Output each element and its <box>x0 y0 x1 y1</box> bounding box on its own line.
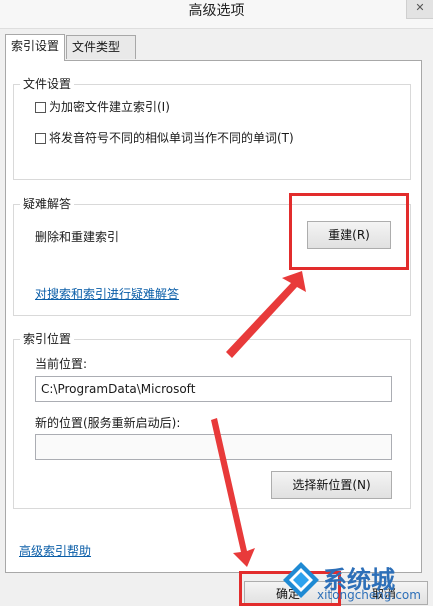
annotation-arrows <box>211 271 306 567</box>
watermark-subtext: xitongcheng.com <box>317 588 421 602</box>
watermark: 系统城 xitongcheng.com <box>283 560 433 606</box>
watermark-logo-icon <box>283 562 319 598</box>
arrow-to-rebuild-icon <box>226 271 306 358</box>
arrow-to-ok-icon <box>211 418 255 567</box>
